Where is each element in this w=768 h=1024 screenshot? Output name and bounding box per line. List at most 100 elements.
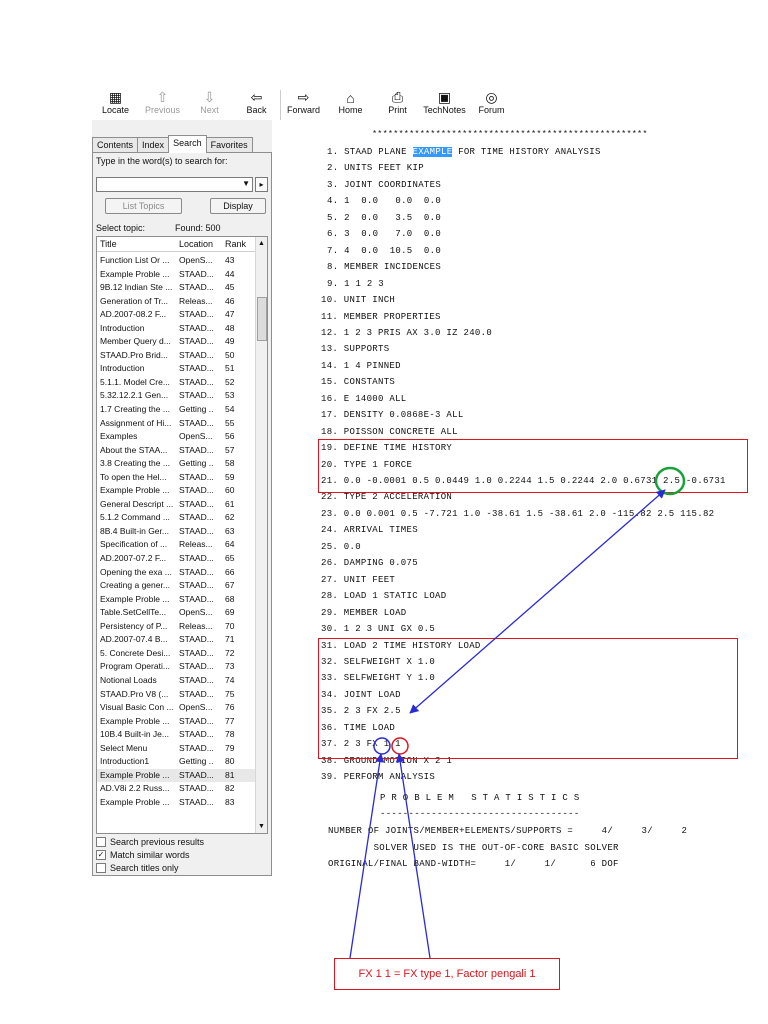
forward-button[interactable]: ⇨ Forward xyxy=(280,89,327,120)
list-topics-button[interactable]: List Topics xyxy=(105,198,182,214)
scroll-thumb[interactable] xyxy=(257,297,267,341)
table-row[interactable]: Table.SetCellTe... OpenS... 69 xyxy=(97,606,255,620)
table-row[interactable]: Function List Or ... OpenS... 43 xyxy=(97,254,255,268)
result-title: AD.2007-07.2 F... xyxy=(100,553,167,564)
table-row[interactable]: Specification of ... Releas... 64 xyxy=(97,538,255,552)
home-button[interactable]: ⌂ Home xyxy=(327,90,374,120)
back-button[interactable]: ⇦ Back xyxy=(233,89,280,120)
table-row[interactable]: To open the Hel... STAAD... 59 xyxy=(97,471,255,485)
table-row[interactable]: 3.8 Creating the ... Getting ... 58 xyxy=(97,457,255,471)
found-count-label: Found: 500 xyxy=(175,223,221,233)
table-row[interactable]: Assignment of Hi... STAAD... 55 xyxy=(97,417,255,431)
dropdown-arrow-icon[interactable]: ▼ xyxy=(242,179,250,188)
table-row[interactable]: 5.32.12.2.1 Gen... STAAD... 53 xyxy=(97,389,255,403)
table-row[interactable]: Example Proble ... STAAD... 81 xyxy=(97,768,255,783)
toolbar-button-label: Previous xyxy=(144,105,180,115)
scroll-up-icon[interactable]: ▲ xyxy=(256,238,267,249)
stats-line-3: ORIGINAL/FINAL BAND-WIDTH= 1/ 1/ 6 DOF xyxy=(328,859,619,869)
option-checkbox[interactable]: Search previous results xyxy=(96,837,204,847)
toolbar-button-label: Back xyxy=(246,105,267,115)
scroll-down-icon[interactable]: ▼ xyxy=(256,821,267,832)
forum-icon: ◎ xyxy=(485,89,498,105)
result-title: Example Proble ... xyxy=(100,268,170,279)
table-row[interactable]: Example Proble ... STAAD... 68 xyxy=(97,593,255,607)
table-row[interactable]: 10B.4 Built-in Je... STAAD... 78 xyxy=(97,728,255,742)
table-row[interactable]: About the STAA... STAAD... 57 xyxy=(97,444,255,458)
table-row[interactable]: Introduction1 Getting ... 80 xyxy=(97,755,255,769)
arrow-left-icon: ⇦ xyxy=(250,89,263,105)
table-row[interactable]: STAAD.Pro V8 (... STAAD... 75 xyxy=(97,688,255,702)
table-row[interactable]: Generation of Tr... Releas... 46 xyxy=(97,295,255,309)
code-line: 6. 3 0.0 7.0 0.0 xyxy=(327,229,442,240)
column-header-title[interactable]: Title xyxy=(100,239,117,249)
results-scrollbar[interactable]: ▲ ▼ xyxy=(255,237,267,833)
next-button[interactable]: ⇩ Next xyxy=(186,89,233,120)
table-row[interactable]: Example Proble ... STAAD... 83 xyxy=(97,796,255,810)
result-title: Member Query d... xyxy=(100,336,171,347)
toolbar-button-label: Locate xyxy=(101,105,130,115)
table-row[interactable]: Select Menu STAAD... 79 xyxy=(97,742,255,756)
help-navigation-pane: Contents Index Search Favorites Type in the… xyxy=(92,120,272,876)
print-button[interactable]: ⎙ Print xyxy=(374,89,421,120)
result-rank: 82 xyxy=(225,783,235,794)
table-row[interactable]: Persistency of P... Releas... 70 xyxy=(97,620,255,634)
result-location: STAAD... xyxy=(179,661,214,672)
table-row[interactable]: 5.1.1. Model Cre... STAAD... 52 xyxy=(97,376,255,390)
tab-contents[interactable]: Contents xyxy=(92,137,139,153)
result-location: STAAD... xyxy=(179,336,214,347)
previous-button[interactable]: ⇧ Previous xyxy=(139,89,186,120)
forum-button[interactable]: ◎ Forum xyxy=(468,89,515,120)
table-row[interactable]: 9B.12 Indian Ste ... STAAD... 45 xyxy=(97,281,255,295)
table-row[interactable]: 5. Concrete Desi... STAAD... 72 xyxy=(97,647,255,661)
column-header-rank[interactable]: Rank xyxy=(225,239,246,249)
navigation-tabs: Contents Index Search Favorites xyxy=(92,135,253,153)
result-location: STAAD... xyxy=(179,322,214,333)
table-row[interactable]: Example Proble ... STAAD... 60 xyxy=(97,484,255,498)
option-checkbox[interactable]: ✓ Match similar words xyxy=(96,850,190,860)
code-line: 17. DENSITY 0.0868E-3 ALL xyxy=(321,410,464,421)
table-row[interactable]: Introduction STAAD... 48 xyxy=(97,322,255,336)
table-row[interactable]: STAAD.Pro Brid... STAAD... 50 xyxy=(97,349,255,363)
result-rank: 81 xyxy=(225,769,235,780)
table-row[interactable]: Notional Loads STAAD... 74 xyxy=(97,674,255,688)
result-rank: 46 xyxy=(225,295,235,306)
table-row[interactable]: Examples OpenS... 56 xyxy=(97,430,255,444)
checkbox-checked-icon[interactable]: ✓ xyxy=(96,850,106,860)
table-row[interactable]: AD.2007-07.2 F... STAAD... 65 xyxy=(97,552,255,566)
tab-favorites[interactable]: Favorites xyxy=(205,137,253,153)
table-row[interactable]: 8B.4 Built-in Ger... STAAD... 63 xyxy=(97,525,255,539)
table-row[interactable]: Example Proble ... STAAD... 77 xyxy=(97,715,255,729)
table-row[interactable]: General Descript ... STAAD... 61 xyxy=(97,498,255,512)
tab-index[interactable]: Index xyxy=(137,137,170,153)
search-input[interactable]: ▼ xyxy=(96,177,253,192)
table-row[interactable]: AD.V8i 2.2 Russ... STAAD... 82 xyxy=(97,782,255,796)
locate-button[interactable]: ▦ Locate xyxy=(92,89,139,120)
search-results-list[interactable]: Title Location Rank Function List Or ...… xyxy=(96,236,268,834)
table-row[interactable]: 5.1.2 Command ... STAAD... 62 xyxy=(97,511,255,525)
table-row[interactable]: Visual Basic Con ... OpenS... 76 xyxy=(97,701,255,715)
checkbox-empty-icon[interactable] xyxy=(96,863,106,873)
code-line: 18. POISSON CONCRETE ALL xyxy=(321,426,458,437)
search-options-button[interactable]: ▸ xyxy=(255,177,268,192)
result-title: General Descript ... xyxy=(100,498,174,509)
table-row[interactable]: AD.2007-07.4 B... STAAD... 71 xyxy=(97,633,255,647)
table-row[interactable]: Example Proble ... STAAD... 44 xyxy=(97,268,255,282)
table-row[interactable]: AD.2007-08.2 F... STAAD... 47 xyxy=(97,308,255,322)
column-header-location[interactable]: Location xyxy=(179,239,213,249)
result-location: STAAD... xyxy=(179,525,214,536)
option-checkbox[interactable]: Search titles only xyxy=(96,863,179,873)
technotes-button[interactable]: ▣ TechNotes xyxy=(421,89,468,120)
table-row[interactable]: Program Operati... STAAD... 73 xyxy=(97,660,255,674)
display-button[interactable]: Display xyxy=(210,198,266,214)
search-prompt-label: Type in the word(s) to search for: xyxy=(96,156,228,166)
table-row[interactable]: Introduction STAAD... 51 xyxy=(97,362,255,376)
table-row[interactable]: Opening the exa ... STAAD... 66 xyxy=(97,566,255,580)
table-row[interactable]: 1.7 Creating the ... Getting ... 54 xyxy=(97,403,255,417)
table-row[interactable]: Member Query d... STAAD... 49 xyxy=(97,335,255,349)
table-row[interactable]: Creating a gener... STAAD... 67 xyxy=(97,579,255,593)
result-rank: 51 xyxy=(225,363,235,374)
result-rank: 53 xyxy=(225,390,235,401)
tab-search[interactable]: Search xyxy=(168,135,207,153)
checkbox-empty-icon[interactable] xyxy=(96,837,106,847)
code-line: 5. 2 0.0 3.5 0.0 xyxy=(327,212,442,223)
